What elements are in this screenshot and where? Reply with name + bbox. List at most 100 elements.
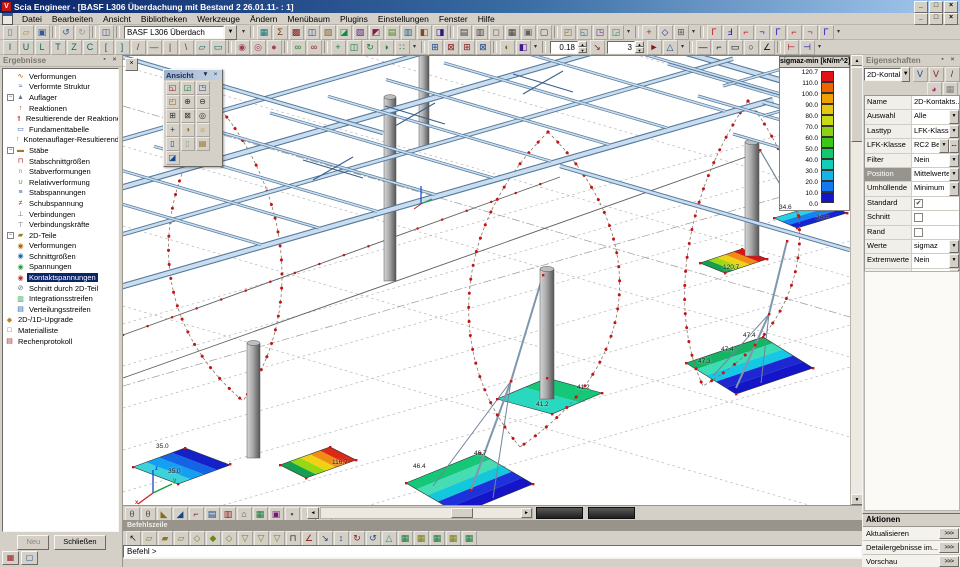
tree-item-st-be[interactable]: −▬Stäbe — [3, 145, 118, 156]
property-value[interactable]: Alle — [912, 110, 949, 123]
clip-off-icon[interactable]: ▯ — [181, 137, 195, 151]
brace-icon[interactable]: \ — [179, 40, 194, 55]
sel7-icon[interactable]: ▽ — [238, 531, 253, 546]
tree-item-rechenprotokoll[interactable]: ▤Rechenprotokoll — [3, 336, 118, 347]
polyline-icon[interactable]: ⌐ — [712, 40, 727, 55]
scale-apply-icon[interactable]: ↘ — [590, 40, 605, 55]
spinner-value[interactable]: 0.18 — [550, 41, 578, 54]
table3-icon[interactable]: ▦ — [430, 531, 445, 546]
view-side-icon[interactable]: ◳ — [196, 81, 210, 95]
chevron-down-icon[interactable]: ▾ — [239, 26, 248, 39]
scroll-thumb[interactable] — [451, 508, 473, 518]
checkbox-unchecked[interactable] — [914, 228, 923, 237]
dotgrid2-icon[interactable]: ⊠ — [444, 40, 459, 55]
expand-toggle-icon[interactable]: − — [7, 94, 14, 101]
property-row-rand[interactable]: Rand — [865, 226, 959, 240]
action-aktualisieren[interactable]: Aktualisieren>>> — [863, 527, 960, 541]
minimize-icon[interactable]: _ — [914, 13, 928, 25]
tree-item-reaktionen[interactable]: ↑Reaktionen — [3, 103, 118, 114]
tree-item-kontaktspannungen[interactable]: ◉Kontaktspannungen — [3, 272, 118, 283]
profile-c-icon[interactable]: C — [83, 40, 98, 55]
close-icon[interactable]: × — [944, 1, 958, 13]
calculation-icon[interactable]: Σ — [273, 25, 288, 40]
print-icon[interactable]: ▤ — [457, 25, 472, 40]
scroll-left-icon[interactable]: ◄ — [307, 507, 319, 519]
dim1-icon[interactable]: ⊢ — [784, 40, 799, 55]
shading-icon[interactable]: ◐ — [500, 40, 515, 55]
spinner-down-icon[interactable]: ▼ — [635, 47, 644, 53]
clip-box-icon[interactable]: ▯ — [166, 137, 180, 151]
zoom-all-icon[interactable]: ◰ — [561, 25, 576, 40]
chevron-down-icon[interactable]: ▾ — [678, 41, 687, 54]
mdi-window-icon[interactable]: ◫ — [99, 25, 114, 40]
property-value[interactable]: sigmaz — [912, 240, 949, 253]
menu-einstellungen[interactable]: Einstellungen — [373, 14, 434, 24]
box-icon[interactable]: ⊓ — [286, 531, 301, 546]
func-f2-icon[interactable]: Ⅎ — [723, 25, 738, 40]
menu-fenster[interactable]: Fenster — [434, 14, 473, 24]
preview-icon[interactable]: ▥ — [473, 25, 488, 40]
selection-save-icon[interactable]: V — [929, 67, 944, 82]
project-data-icon[interactable]: ▦ — [257, 25, 272, 40]
tab-layers-icon[interactable]: ▢ — [21, 551, 38, 565]
expand-toggle-icon[interactable]: − — [7, 147, 14, 154]
rect-icon[interactable]: ▭ — [728, 40, 743, 55]
dotgrid4-icon[interactable]: ⊠ — [476, 40, 491, 55]
property-value[interactable] — [925, 211, 959, 224]
close-icon[interactable]: × — [110, 56, 119, 65]
chevron-down-icon[interactable]: ▼ — [939, 139, 949, 152]
menu-datei[interactable]: Datei — [17, 14, 47, 24]
picture-icon[interactable]: ◧ — [417, 25, 432, 40]
checkbox-checked[interactable]: ✔ — [914, 199, 923, 208]
paperspace-icon[interactable]: ◨ — [433, 25, 448, 40]
undo-icon[interactable]: ↺ — [59, 25, 74, 40]
action-more-button[interactable]: >>> — [939, 528, 959, 539]
dim2-icon[interactable]: ⊣ — [800, 40, 815, 55]
menu-werkzeuge[interactable]: Werkzeuge — [192, 14, 245, 24]
view-axo-icon[interactable]: ◰ — [166, 95, 180, 109]
tree-item-auflager[interactable]: −▲Auflager — [3, 92, 118, 103]
menu-ansicht[interactable]: Ansicht — [98, 14, 136, 24]
tree-item-spannungen[interactable]: ◉Spannungen — [3, 262, 118, 273]
action-detailergebnisse-im[interactable]: Detailergebnisse im...>>> — [863, 541, 960, 555]
model-viewport[interactable]: × Ansicht ▼ × ◱◲◳◰⊕⊖⊞⊠◎+◑☼▯▯▤◪ sigmaz-mi… — [123, 55, 850, 505]
property-row-name[interactable]: Name2D-Kontakts.. — [865, 96, 959, 110]
property-row-schnitt[interactable]: Schnitt — [865, 211, 959, 225]
chevron-down-icon[interactable]: ▼ — [949, 125, 959, 138]
rotate-ccw-icon[interactable]: ↺ — [366, 531, 381, 546]
tree-item-resultierende-der-reaktionen[interactable]: ⇑Resultierende der Reaktionen — [3, 113, 118, 124]
close-icon[interactable]: × — [948, 56, 957, 65]
sel5-icon[interactable]: ◆ — [206, 531, 221, 546]
minimize-icon[interactable]: _ — [914, 1, 928, 13]
spinner-arrows[interactable]: ▲▼ — [635, 41, 644, 53]
move-icon[interactable]: + — [331, 40, 346, 55]
chevron-down-icon[interactable]: ▾ — [834, 26, 843, 39]
spinner-arrows[interactable]: ▲▼ — [578, 41, 587, 53]
sel9-icon[interactable]: ▽ — [270, 531, 285, 546]
func-f1-icon[interactable]: Γ — [707, 25, 722, 40]
property-row-position[interactable]: PositionMittelwerte i▼ — [865, 168, 959, 182]
solver-setup-icon[interactable]: ◫ — [305, 25, 320, 40]
member-icon[interactable]: / — [131, 40, 146, 55]
property-row-werte[interactable]: Wertesigmaz▼ — [865, 240, 959, 254]
dotgrid3-icon[interactable]: ⊞ — [460, 40, 475, 55]
rotate-cw-icon[interactable]: ↻ — [350, 531, 365, 546]
project-combo[interactable]: BASF L306 Überdach▼ — [124, 26, 237, 39]
zoom-window-icon[interactable]: ⊞ — [166, 109, 180, 123]
action-more-button[interactable]: >>> — [939, 542, 959, 553]
copy-icon[interactable]: ▣ — [521, 25, 536, 40]
func-f8-icon[interactable]: Γ — [819, 25, 834, 40]
restore-icon[interactable]: □ — [929, 13, 943, 25]
sel3-icon[interactable]: ▱ — [174, 531, 189, 546]
sel2-icon[interactable]: ▰ — [158, 531, 173, 546]
triangle-icon[interactable]: △ — [382, 531, 397, 546]
menu-plugins[interactable]: Plugins — [335, 14, 373, 24]
tree-item-knotenauflager-resultierende[interactable]: ↑Knotenauflager-Resultierende — [3, 135, 118, 146]
open-icon[interactable]: ▱ — [19, 25, 34, 40]
pin-icon[interactable]: ▪ — [100, 56, 109, 65]
ellipsis-button[interactable]: ... — [949, 139, 959, 152]
chain2-icon[interactable]: ∞ — [307, 40, 322, 55]
scroll-right-icon[interactable]: ► — [521, 508, 532, 518]
tree-item-materialliste[interactable]: □Materialliste — [3, 325, 118, 336]
column-icon[interactable]: | — [163, 40, 178, 55]
